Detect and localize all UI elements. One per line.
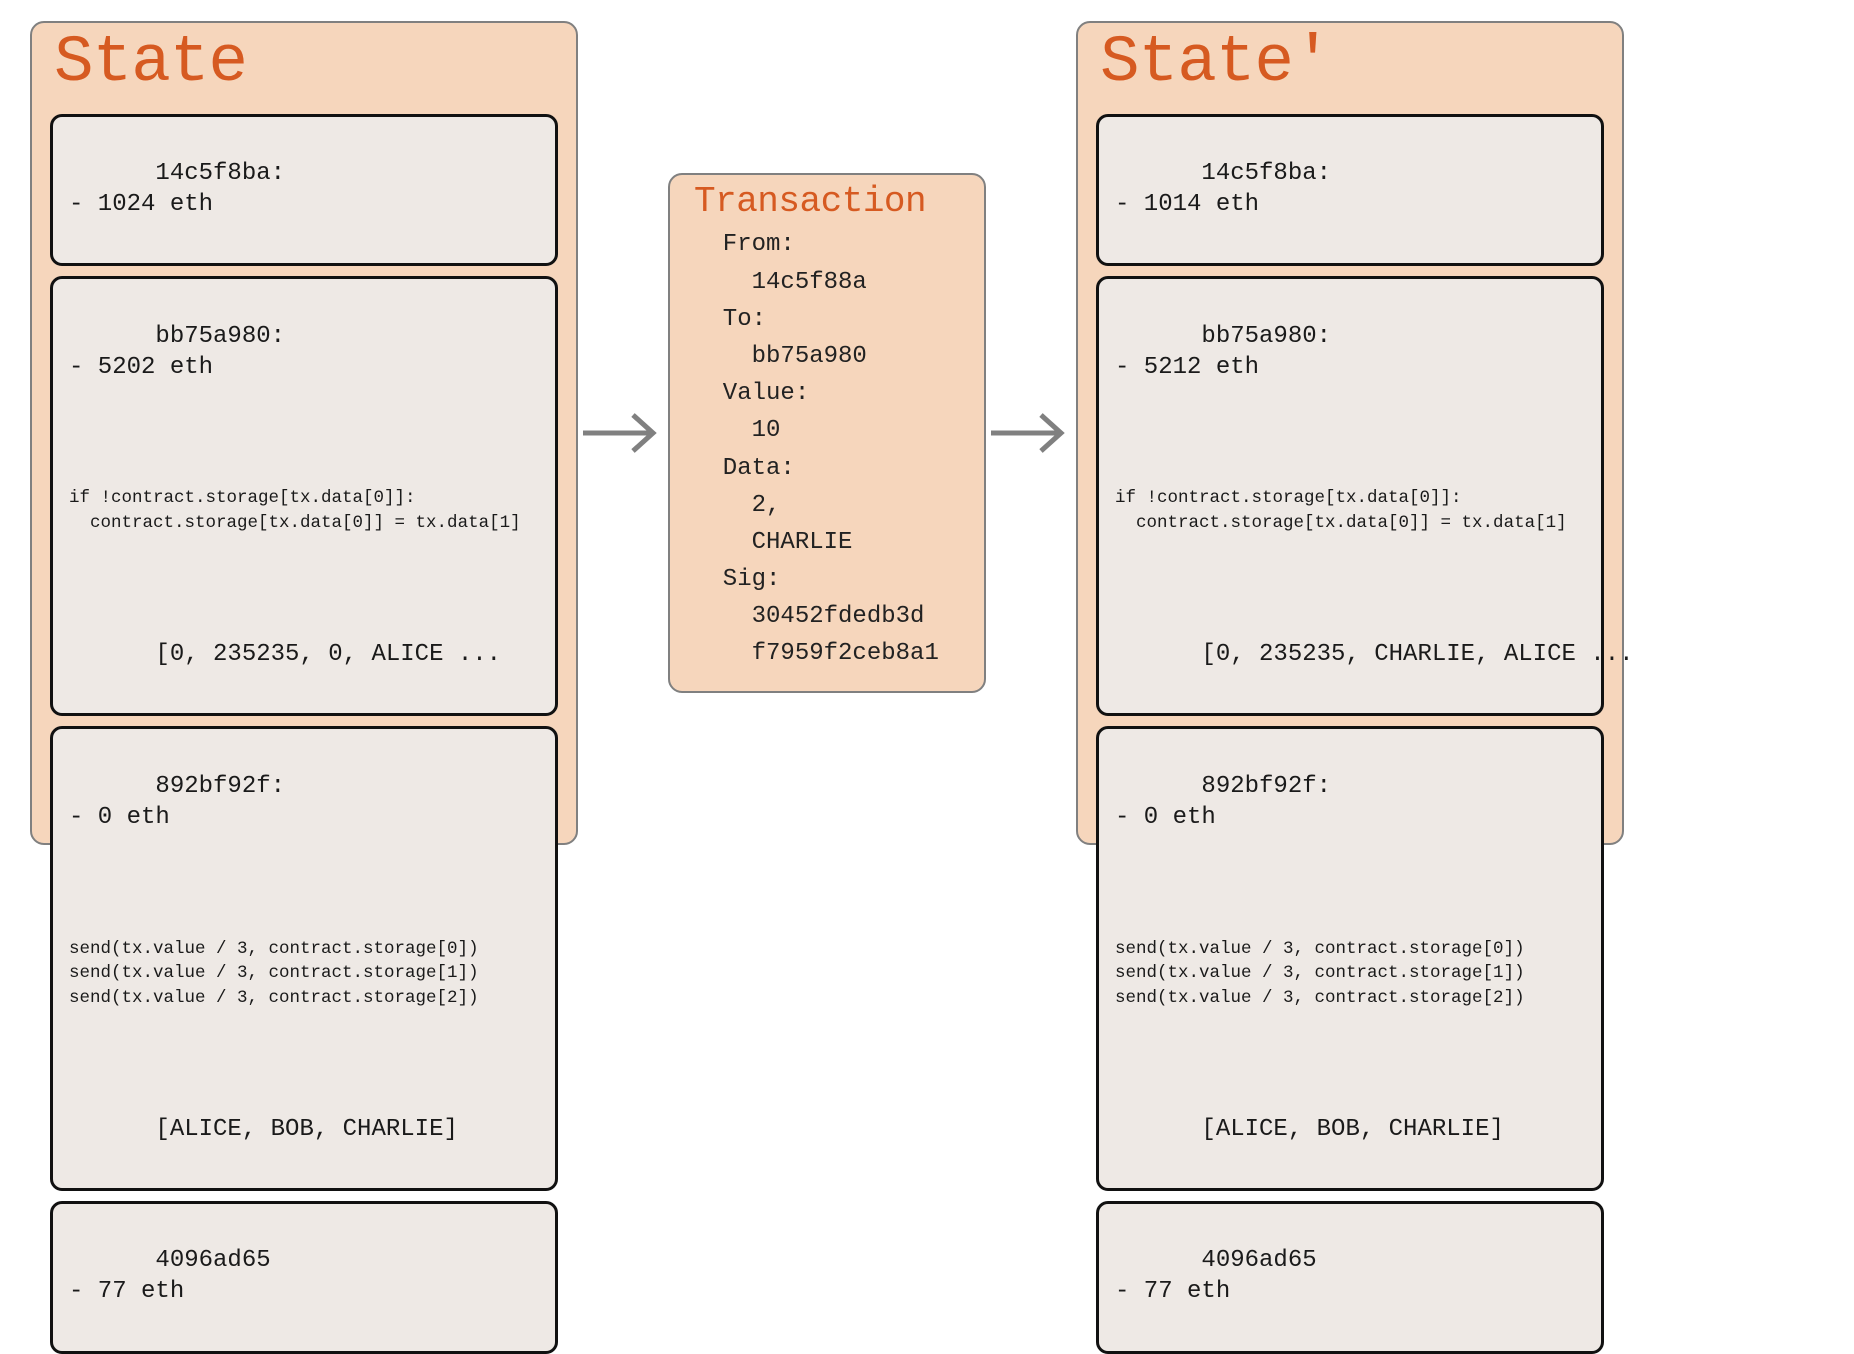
account-storage: [0, 235235, CHARLIE, ALICE ...: [1201, 641, 1633, 668]
arrow-icon: [991, 403, 1071, 463]
state-left-title: State: [54, 27, 558, 100]
account-header: 14c5f8ba: - 1024 eth: [69, 160, 285, 218]
arrow-left: [578, 403, 668, 463]
account-code: if !contract.storage[tx.data[0]]: contra…: [1115, 486, 1585, 535]
state-panel-left: State 14c5f8ba: - 1024 eth bb75a980: - 5…: [30, 21, 578, 845]
account-storage: [0, 235235, 0, ALICE ...: [155, 641, 501, 668]
account-code: send(tx.value / 3, contract.storage[0]) …: [1115, 937, 1585, 1011]
arrow-icon: [583, 403, 663, 463]
arrow-right: [986, 403, 1076, 463]
transaction-title: Transaction: [694, 181, 960, 222]
account-header: bb75a980: - 5212 eth: [1115, 323, 1331, 381]
transaction-body: From: 14c5f88a To: bb75a980 Value: 10 Da…: [694, 226, 960, 672]
account-header: 892bf92f: - 0 eth: [69, 773, 285, 831]
account-box: bb75a980: - 5202 eth if !contract.storag…: [50, 276, 558, 716]
account-header: 14c5f8ba: - 1014 eth: [1115, 160, 1331, 218]
account-box: 4096ad65 - 77 eth: [50, 1201, 558, 1354]
account-box: bb75a980: - 5212 eth if !contract.storag…: [1096, 276, 1604, 716]
account-box: 14c5f8ba: - 1014 eth: [1096, 114, 1604, 267]
state-panel-right: State' 14c5f8ba: - 1014 eth bb75a980: - …: [1076, 21, 1624, 845]
transaction-panel: Transaction From: 14c5f88a To: bb75a980 …: [668, 173, 986, 692]
account-code: send(tx.value / 3, contract.storage[0]) …: [69, 937, 539, 1011]
account-header: 4096ad65 - 77 eth: [69, 1247, 271, 1305]
account-header: 4096ad65 - 77 eth: [1115, 1247, 1317, 1305]
account-box: 4096ad65 - 77 eth: [1096, 1201, 1604, 1354]
state-right-title: State': [1100, 27, 1604, 100]
account-code: if !contract.storage[tx.data[0]]: contra…: [69, 486, 539, 535]
account-box: 892bf92f: - 0 eth send(tx.value / 3, con…: [1096, 726, 1604, 1191]
account-box: 14c5f8ba: - 1024 eth: [50, 114, 558, 267]
account-header: 892bf92f: - 0 eth: [1115, 773, 1331, 831]
account-storage: [ALICE, BOB, CHARLIE]: [1201, 1116, 1503, 1143]
account-header: bb75a980: - 5202 eth: [69, 323, 285, 381]
account-box: 892bf92f: - 0 eth send(tx.value / 3, con…: [50, 726, 558, 1191]
account-storage: [ALICE, BOB, CHARLIE]: [155, 1116, 457, 1143]
